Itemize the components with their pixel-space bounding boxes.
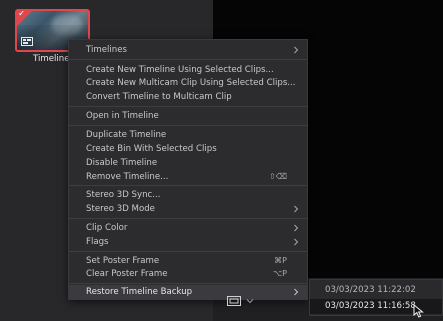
menu-item-flags[interactable]: Flags [69, 235, 307, 249]
menu-item-open-in-timeline[interactable]: Open in Timeline [69, 109, 307, 123]
context-menu: Timelines Create New Timeline Using Sele… [68, 39, 308, 300]
menu-separator [69, 125, 307, 126]
shortcut-label: ⌘P [274, 256, 287, 265]
chevron-right-icon [294, 238, 299, 246]
chevron-right-icon [294, 224, 299, 232]
chevron-right-icon [294, 46, 299, 54]
chevron-down-icon[interactable] [246, 298, 254, 304]
menu-item-timelines[interactable]: Timelines [69, 43, 307, 57]
mouse-cursor-icon [413, 304, 424, 318]
menu-separator [69, 283, 307, 284]
menu-item-create-multicam-clip[interactable]: Create New Multicam Clip Using Selected … [69, 76, 307, 90]
menu-item-set-poster-frame[interactable]: Set Poster Frame ⌘P [69, 254, 307, 268]
menu-item-convert-to-multicam[interactable]: Convert Timeline to Multicam Clip [69, 90, 307, 104]
menu-item-stereo-3d-sync[interactable]: Stereo 3D Sync... [69, 188, 307, 202]
menu-item-create-new-timeline[interactable]: Create New Timeline Using Selected Clips… [69, 63, 307, 77]
viewer-mode-icon[interactable] [227, 296, 241, 306]
chevron-right-icon [294, 205, 299, 213]
chevron-right-icon [294, 288, 299, 296]
menu-item-create-bin[interactable]: Create Bin With Selected Clips [69, 142, 307, 156]
menu-separator [69, 59, 307, 60]
menu-item-remove-timeline[interactable]: Remove Timeline... ⇧⌫ [69, 170, 307, 184]
menu-separator [69, 106, 307, 107]
timeline-icon [21, 37, 33, 46]
menu-item-stereo-3d-mode[interactable]: Stereo 3D Mode [69, 202, 307, 216]
menu-separator [69, 185, 307, 186]
menu-item-clip-color[interactable]: Clip Color [69, 221, 307, 235]
menu-item-disable-timeline[interactable]: Disable Timeline [69, 156, 307, 170]
backup-item[interactable]: 03/03/2023 11:22:02 [310, 283, 442, 298]
menu-item-clear-poster-frame[interactable]: Clear Poster Frame ⌥P [69, 267, 307, 281]
shortcut-label: ⇧⌫ [268, 172, 287, 181]
menu-separator [69, 218, 307, 219]
checkmark-icon: ✓ [18, 9, 26, 19]
shortcut-label: ⌥P [272, 269, 287, 278]
menu-item-restore-timeline-backup[interactable]: Restore Timeline Backup [69, 285, 307, 299]
menu-separator [69, 251, 307, 252]
menu-item-duplicate-timeline[interactable]: Duplicate Timeline [69, 128, 307, 142]
